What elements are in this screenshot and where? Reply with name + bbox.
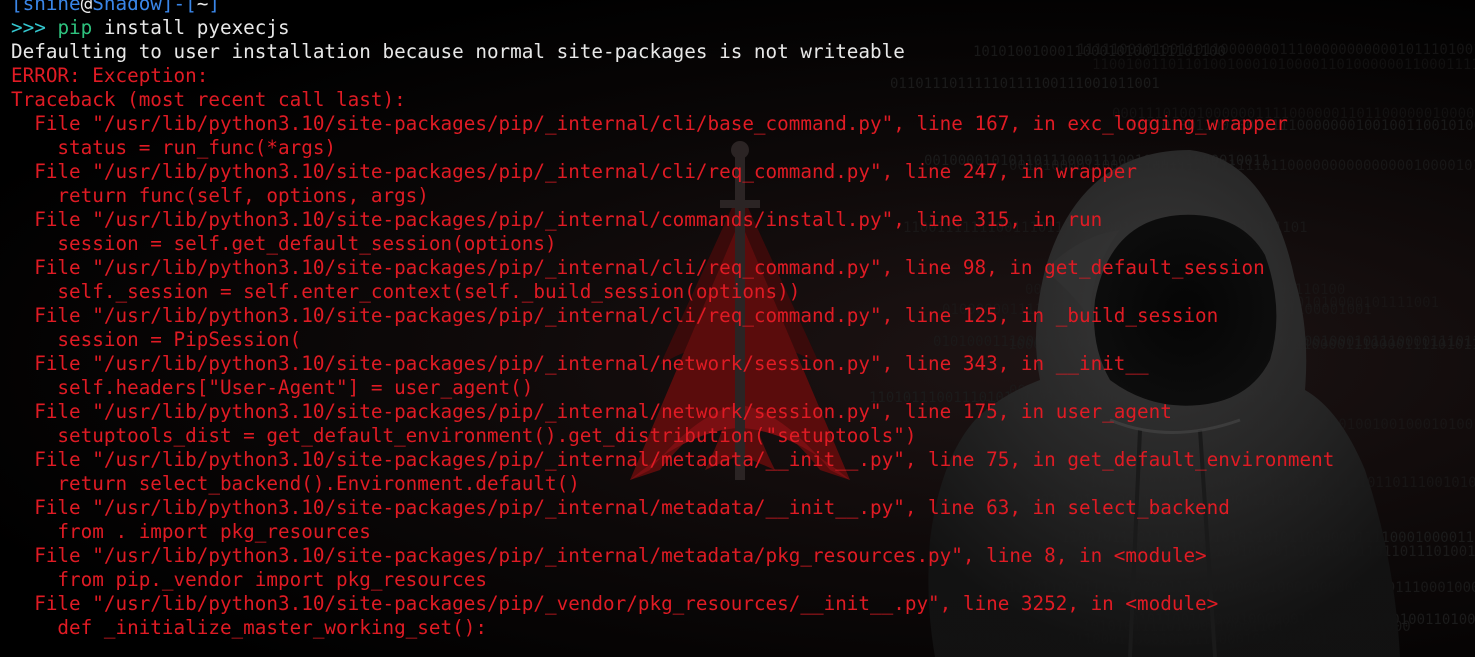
traceback-code-line: self.headers["User-Agent"] = user_agent(… — [11, 376, 534, 399]
traceback-code-line: def _initialize_master_working_set(): — [11, 616, 487, 639]
traceback-code-line: setuptools_dist = get_default_environmen… — [11, 424, 917, 447]
prompt-symbol: >>> — [11, 16, 46, 39]
command-args: install pyexecjs — [103, 16, 290, 39]
traceback-file-line: File "/usr/lib/python3.10/site-packages/… — [11, 256, 1265, 279]
traceback-code-line: self._session = self.enter_context(self.… — [11, 280, 801, 303]
traceback-file-line: File "/usr/lib/python3.10/site-packages/… — [11, 208, 1103, 231]
terminal-window[interactable]: 1000101100110001010001100100110010010010… — [0, 0, 1475, 657]
traceback-code-line: from . import pkg_resources — [11, 520, 371, 543]
traceback-code-line: session = PipSession( — [11, 328, 302, 351]
traceback-code-line: status = run_func(*args) — [11, 136, 337, 159]
prompt-line: [shine@Shadow]-[~] — [11, 0, 1334, 16]
traceback-file-line: File "/usr/lib/python3.10/site-packages/… — [11, 160, 1138, 183]
prompt-bracket-open: [ — [11, 0, 23, 15]
traceback-file-line: File "/usr/lib/python3.10/site-packages/… — [11, 496, 1230, 519]
traceback-file-line: File "/usr/lib/python3.10/site-packages/… — [11, 448, 1335, 471]
traceback-file-line: File "/usr/lib/python3.10/site-packages/… — [11, 304, 1219, 327]
prompt-cwd: ~ — [196, 0, 209, 15]
prompt-host: Shadow — [92, 0, 162, 15]
command-name: pip — [57, 16, 93, 39]
error-line: ERROR: Exception: — [11, 64, 209, 87]
prompt-separator: ]-[ — [161, 0, 197, 15]
prompt-user: shine — [22, 0, 81, 15]
traceback-code-line: session = self.get_default_session(optio… — [11, 232, 557, 255]
info-line: Defaulting to user installation because … — [11, 40, 905, 63]
traceback-file-line: File "/usr/lib/python3.10/site-packages/… — [11, 400, 1172, 423]
traceback-header: Traceback (most recent call last): — [11, 88, 406, 111]
traceback-file-line: File "/usr/lib/python3.10/site-packages/… — [11, 544, 1207, 567]
traceback-code-line: return func(self, options, args) — [11, 184, 429, 207]
traceback-file-line: File "/usr/lib/python3.10/site-packages/… — [11, 112, 1288, 135]
traceback-code-line: from pip._vendor import pkg_resources — [11, 568, 487, 591]
traceback-file-line: File "/usr/lib/python3.10/site-packages/… — [11, 352, 1149, 375]
traceback-code-line: return select_backend().Environment.defa… — [11, 472, 580, 495]
command-line[interactable]: >>> pip install pyexecjs — [11, 16, 1334, 40]
prompt-at: @ — [80, 0, 93, 15]
traceback-file-line: File "/usr/lib/python3.10/site-packages/… — [11, 592, 1219, 615]
terminal-output: [shine@Shadow]-[~] >>> pip install pyexec… — [11, 0, 1334, 640]
prompt-bracket-close: ] — [208, 0, 220, 15]
